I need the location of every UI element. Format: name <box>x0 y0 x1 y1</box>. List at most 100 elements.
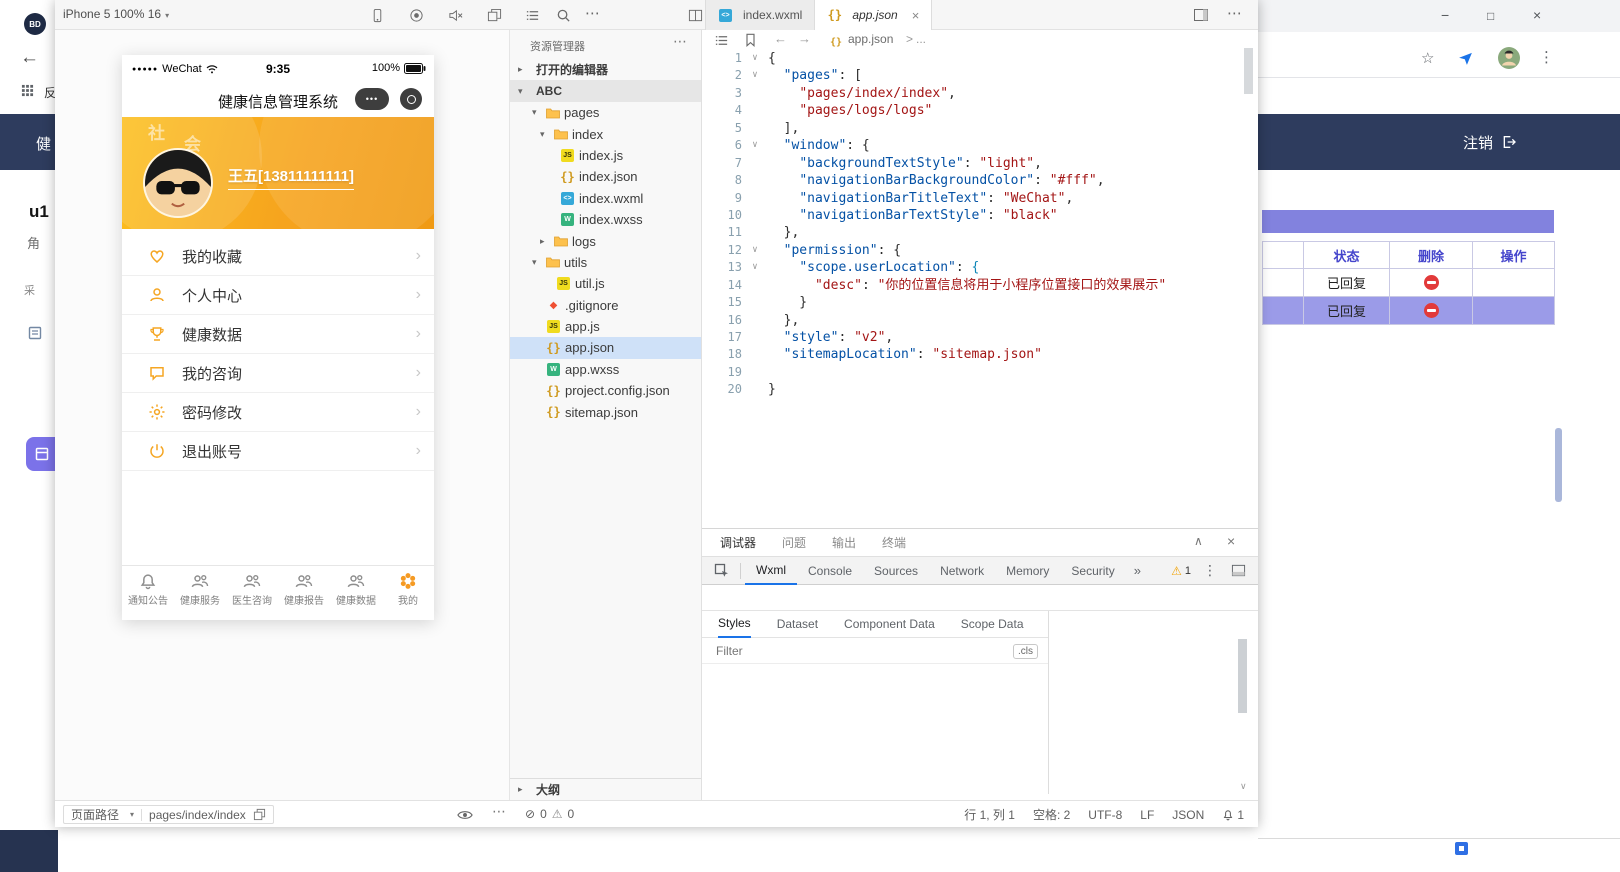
tree-item-index.wxss[interactable]: Windex.wxss <box>510 209 701 230</box>
code-line-16[interactable]: 16 }, <box>702 312 1242 329</box>
editor-scrollbar[interactable] <box>1244 48 1253 94</box>
delete-icon[interactable] <box>1423 303 1439 318</box>
list-icon[interactable] <box>525 8 540 23</box>
menu-item-个人中心[interactable]: 个人中心 › <box>122 276 434 315</box>
subtab-Scope Data[interactable]: Scope Data <box>961 611 1024 638</box>
bookmark-icon[interactable] <box>744 33 757 47</box>
code-line-15[interactable]: 15 } <box>702 294 1242 311</box>
project-section[interactable]: ▾ ABC <box>510 80 701 102</box>
browser-menu-icon[interactable]: ⋮ <box>1539 48 1554 66</box>
back-arrow-icon[interactable]: ← <box>20 47 39 69</box>
code-line-1[interactable]: 1 ∨{ <box>702 50 1242 67</box>
menu-item-退出账号[interactable]: 退出账号 › <box>122 432 434 471</box>
avatar[interactable] <box>145 150 211 216</box>
code-line-4[interactable]: 4 "pages/logs/logs" <box>702 102 1242 119</box>
code-line-6[interactable]: 6 ∨ "window": { <box>702 137 1242 154</box>
devtools-tab-Memory[interactable]: Memory <box>995 556 1060 585</box>
indent-setting[interactable]: 空格: 2 <box>1033 806 1070 823</box>
language-mode[interactable]: JSON <box>1172 808 1204 822</box>
devtools-tab-Security[interactable]: Security <box>1060 556 1125 585</box>
menu-item-健康数据[interactable]: 健康数据 › <box>122 315 434 354</box>
devtools-tab-Sources[interactable]: Sources <box>863 556 929 585</box>
page-path-control[interactable]: 页面路径 ▾ pages/index/index <box>63 805 274 824</box>
sidebar-active-button[interactable] <box>26 437 58 471</box>
clipboard-icon[interactable] <box>27 325 43 341</box>
code-line-2[interactable]: 2 ∨ "pages": [ <box>702 67 1242 84</box>
outline-list-icon[interactable] <box>714 33 729 48</box>
page-scrollbar[interactable] <box>1555 428 1562 502</box>
tabbar-item-医生咨询[interactable]: 医生咨询 <box>226 566 278 612</box>
collapse-panel-icon[interactable]: ∧ <box>1194 534 1203 548</box>
tree-item-util.js[interactable]: JS util.js <box>510 273 701 294</box>
multi-window-icon[interactable] <box>487 8 502 23</box>
code-line-13[interactable]: 13 ∨ "scope.userLocation": { <box>702 259 1242 276</box>
minimize-button[interactable]: − <box>1441 7 1449 23</box>
menu-item-我的咨询[interactable]: 我的咨询 › <box>122 354 434 393</box>
delete-icon[interactable] <box>1423 275 1439 290</box>
menu-item-密码修改[interactable]: 密码修改 › <box>122 393 434 432</box>
record-icon[interactable] <box>409 8 424 23</box>
mute-icon[interactable] <box>448 8 463 23</box>
outline-section[interactable]: ▸ 大纲 <box>510 778 701 800</box>
debugger-tab-问题[interactable]: 问题 <box>782 534 806 551</box>
drawer-icon[interactable] <box>1231 563 1246 578</box>
code-line-19[interactable]: 19 <box>702 364 1242 381</box>
more-icon[interactable]: ⋯ <box>585 4 600 22</box>
send-icon[interactable] <box>1457 50 1474 67</box>
layout-icon[interactable] <box>1193 7 1209 23</box>
problems-summary[interactable]: ⊘ 0 ⚠ 0 <box>525 807 574 821</box>
table-row[interactable]: 已回复 <box>1262 269 1555 297</box>
devtools-tab-Console[interactable]: Console <box>797 556 863 585</box>
devtools-tab-Network[interactable]: Network <box>929 556 995 585</box>
code-line-18[interactable]: 18 "sitemapLocation": "sitemap.json" <box>702 346 1242 363</box>
code-line-8[interactable]: 8 "navigationBarBackgroundColor": "#fff"… <box>702 172 1242 189</box>
capsule-menu[interactable]: ••• <box>355 88 422 110</box>
tabbar-item-健康数据[interactable]: 健康数据 <box>330 566 382 612</box>
code-line-3[interactable]: 3 "pages/index/index", <box>702 85 1242 102</box>
breadcrumb-file[interactable]: app.json <box>848 32 893 46</box>
tree-item-app.js[interactable]: JS app.js <box>510 316 701 337</box>
fold-icon[interactable]: ∨ <box>742 137 768 154</box>
split-editor-icon[interactable] <box>688 8 703 23</box>
inspect-icon[interactable] <box>714 563 730 579</box>
notifications[interactable]: 1 <box>1222 808 1244 822</box>
subtab-Dataset[interactable]: Dataset <box>777 611 818 638</box>
close-panel-icon[interactable]: × <box>1227 533 1235 549</box>
maximize-button[interactable]: □ <box>1487 9 1494 23</box>
tab-app-json[interactable]: {} app.json × <box>815 0 933 30</box>
fold-icon[interactable]: ∨ <box>742 67 768 84</box>
tab-index-wxml[interactable]: <> index.wxml <box>705 0 816 30</box>
tree-item-index.wxml[interactable]: <> index.wxml <box>510 188 701 209</box>
open-editors-section[interactable]: ▸ 打开的编辑器 <box>510 58 701 80</box>
tree-item-sitemap.json[interactable]: {} sitemap.json <box>510 401 701 422</box>
tabbar-item-通知公告[interactable]: 通知公告 <box>122 566 174 612</box>
eol-setting[interactable]: LF <box>1140 808 1154 822</box>
tree-item-app.wxss[interactable]: Wapp.wxss <box>510 359 701 380</box>
eye-icon[interactable] <box>457 809 473 821</box>
more-capsule-icon[interactable]: ••• <box>355 88 389 110</box>
code-line-14[interactable]: 14 "desc": "你的位置信息将用于小程序位置接口的效果展示" <box>702 277 1242 294</box>
cls-toggle[interactable]: .cls <box>1013 643 1038 659</box>
tree-item-pages[interactable]: ▾ pages <box>510 102 701 123</box>
breadcrumb-more[interactable]: ... <box>916 32 926 46</box>
debugger-tab-调试器[interactable]: 调试器 <box>720 534 756 551</box>
subtab-Styles[interactable]: Styles <box>718 611 751 638</box>
fold-icon[interactable]: ∨ <box>742 242 768 259</box>
tree-item-index.js[interactable]: JS index.js <box>510 145 701 166</box>
fold-icon[interactable]: ∨ <box>742 259 768 276</box>
nav-forward-icon[interactable]: → <box>798 31 811 46</box>
subtab-Component Data[interactable]: Component Data <box>844 611 935 638</box>
tabbar-item-我的[interactable]: 我的 <box>382 566 434 612</box>
apps-grid-icon[interactable] <box>21 84 34 97</box>
tree-item-.gitignore[interactable]: ◆ .gitignore <box>510 295 701 316</box>
code-line-20[interactable]: 20} <box>702 381 1242 398</box>
encoding[interactable]: UTF-8 <box>1088 808 1122 822</box>
tree-item-index[interactable]: ▾ index <box>510 123 701 144</box>
fold-icon[interactable]: ∨ <box>742 50 768 67</box>
pane-divider[interactable] <box>1048 611 1049 794</box>
debugger-tab-输出[interactable]: 输出 <box>832 534 856 551</box>
more-icon[interactable]: ⋯ <box>492 803 506 820</box>
tree-item-index.json[interactable]: {} index.json <box>510 166 701 187</box>
code-lines[interactable]: 1 ∨{2 ∨ "pages": [3 "pages/index/index", 4 … <box>702 50 1242 399</box>
tab-overflow[interactable]: » <box>1126 563 1149 578</box>
